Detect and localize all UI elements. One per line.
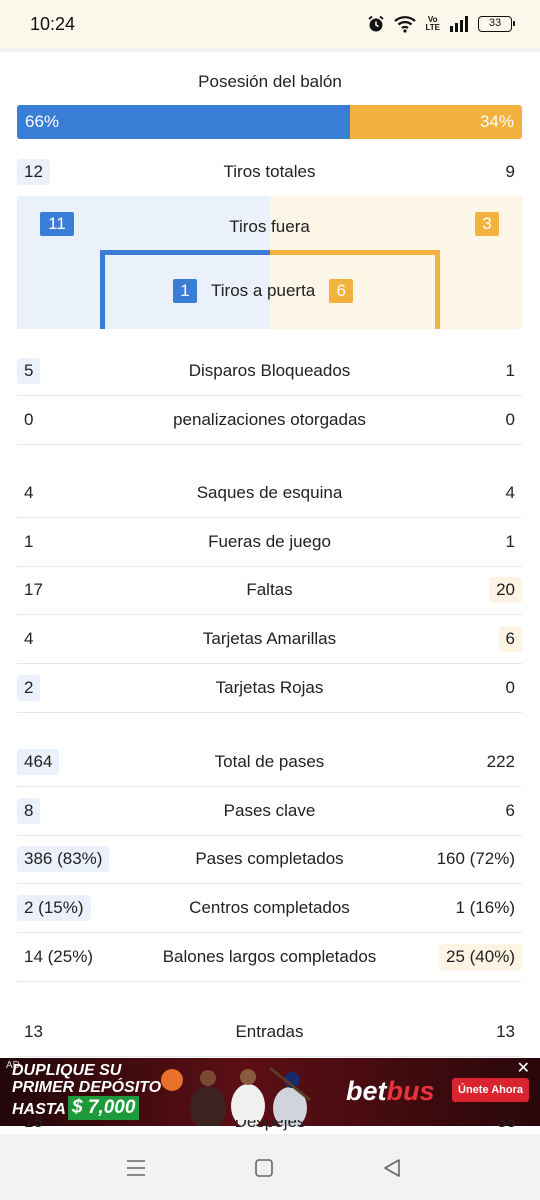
stat-label: Despejes — [234, 1120, 306, 1131]
shots-on-away-badge: 6 — [329, 279, 354, 303]
wifi-icon — [394, 16, 417, 33]
stat-row-yellow-cards: 4 Tarjetas Amarillas 6 — [17, 615, 522, 664]
stat-label: Tiros totales — [223, 161, 316, 181]
stat-away: 160 (72%) — [436, 849, 515, 868]
stat-row-key-passes: 8 Pases clave 6 — [17, 787, 522, 836]
stat-row-blocked-shots: 5 Disparos Bloqueados 1 — [17, 347, 522, 396]
ad-join-button[interactable]: Únete Ahora — [452, 1078, 529, 1102]
ad-headline-1: DUPLIQUE SU — [12, 1062, 122, 1079]
stat-label: Centros completados — [189, 898, 350, 917]
stat-label: Faltas — [246, 580, 293, 599]
status-bar: 10:24 Vo LTE 33 — [0, 0, 540, 48]
ad-brand-part-2: bus — [386, 1076, 435, 1106]
stat-away: 222 — [486, 752, 515, 771]
alarm-icon — [368, 15, 385, 32]
stat-home: 4 — [24, 483, 34, 502]
stat-home: 4 — [24, 629, 34, 648]
shots-off-away-badge: 3 — [475, 212, 499, 236]
stat-home: 5 — [17, 358, 41, 384]
ad-headline-2: PRIMER DEPÓSITO — [12, 1079, 162, 1096]
status-time: 10:24 — [30, 13, 76, 34]
stat-away: 4 — [505, 483, 515, 502]
stat-label: Entradas — [235, 1022, 304, 1041]
stat-away: 20 — [489, 577, 522, 603]
stat-row-offsides: 1 Fueras de juego 1 — [17, 518, 522, 567]
stat-label: Tarjetas Amarillas — [202, 629, 337, 648]
shots-breakdown: 11 Tiros fuera 3 1 Tiros a puerta 6 — [17, 196, 522, 329]
stat-away: 1 (16%) — [455, 898, 515, 917]
back-triangle-icon[interactable] — [380, 1156, 404, 1180]
stat-home: 12 — [17, 158, 50, 185]
possession-away: 34% — [350, 105, 522, 139]
stat-row-red-cards: 2 Tarjetas Rojas 0 — [17, 664, 522, 713]
stat-home: 2 (15%) — [17, 895, 91, 921]
stat-row-total-shots: 12 Tiros totales 9 — [17, 147, 522, 196]
stat-row-total-passes: 464 Total de pases 222 — [17, 738, 522, 787]
stat-away: 6 — [498, 626, 522, 652]
stat-away: 1 — [505, 361, 515, 380]
possession-title: Posesión del balón — [198, 72, 342, 91]
menu-icon[interactable] — [124, 1156, 148, 1180]
stat-away: 0 — [505, 678, 515, 697]
stat-home: 8 — [17, 798, 41, 824]
stat-home: 464 — [17, 749, 60, 775]
signal-icon — [450, 16, 468, 32]
close-icon[interactable]: ✕ — [517, 1061, 530, 1077]
stat-home: 0 — [24, 410, 34, 429]
stat-away: 1 — [505, 532, 515, 551]
stat-home: 14 (25%) — [24, 947, 93, 966]
ad-amount: $ 7,000 — [68, 1096, 140, 1120]
stat-away: 0 — [505, 410, 515, 429]
stat-home: 2 — [17, 675, 41, 701]
stats-content: Posesión del balón 66% 34% 12 Tiros tota… — [0, 48, 540, 1120]
stat-home: 13 — [24, 1022, 43, 1041]
shots-on-target: 1 Tiros a puerta 6 — [173, 279, 367, 303]
stat-label: Total de pases — [214, 752, 325, 771]
shots-off-label: Tiros fuera — [229, 217, 310, 236]
stat-label: penalizaciones otorgadas — [173, 410, 366, 429]
stat-away: 38 — [497, 1120, 516, 1131]
stat-away: 13 — [496, 1022, 515, 1041]
ad-brand-logo: betbus — [346, 1076, 435, 1107]
stat-label: Fueras de juego — [208, 532, 331, 551]
shots-on-home-badge: 1 — [173, 279, 197, 303]
system-nav-bar — [0, 1134, 540, 1200]
partial-stat-row: 15 Despejes 38 — [0, 1120, 540, 1134]
stat-row-fouls: 17 Faltas 20 — [17, 566, 522, 615]
ad-brand-part-1: bet — [346, 1076, 387, 1106]
home-square-icon[interactable] — [252, 1156, 276, 1180]
top-divider — [0, 48, 540, 52]
ad-banner[interactable]: AD DUPLIQUE SU PRIMER DEPÓSITO HASTA $ 7… — [0, 1058, 540, 1126]
possession-bar: 66% 34% — [17, 105, 522, 139]
stat-label: Pases clave — [223, 801, 316, 820]
battery-icon: 33 — [478, 16, 515, 32]
stat-away: 9 — [505, 161, 515, 181]
possession-home: 66% — [17, 105, 351, 139]
stat-home: 17 — [24, 580, 43, 599]
stat-label: Tarjetas Rojas — [215, 678, 324, 697]
stat-away: 6 — [505, 801, 515, 820]
stat-label: Disparos Bloqueados — [188, 361, 351, 380]
volte-icon: Vo LTE — [425, 16, 440, 32]
stat-row-tackles: 13 Entradas 13 — [17, 1008, 522, 1057]
stat-label: Saques de esquina — [196, 483, 343, 502]
ad-athletes-image — [161, 1066, 311, 1126]
status-icons: Vo LTE 33 — [367, 15, 515, 33]
ad-headline-3: HASTA — [12, 1101, 66, 1118]
stat-home: 386 (83%) — [17, 846, 110, 872]
stat-row-penalties: 0 penalizaciones otorgadas 0 — [17, 396, 522, 445]
stat-row-long-balls: 14 (25%) Balones largos completados 25 (… — [17, 933, 522, 982]
volte-bottom: LTE — [425, 23, 440, 32]
shots-on-label: Tiros a puerta — [211, 281, 316, 300]
stat-home: 1 — [24, 532, 34, 551]
stat-row-completed-passes: 386 (83%) Pases completados 160 (72%) — [17, 835, 522, 884]
stat-away: 25 (40%) — [439, 944, 522, 970]
stat-row-corners: 4 Saques de esquina 4 — [17, 469, 522, 518]
stat-row-completed-crosses: 2 (15%) Centros completados 1 (16%) — [17, 884, 522, 933]
